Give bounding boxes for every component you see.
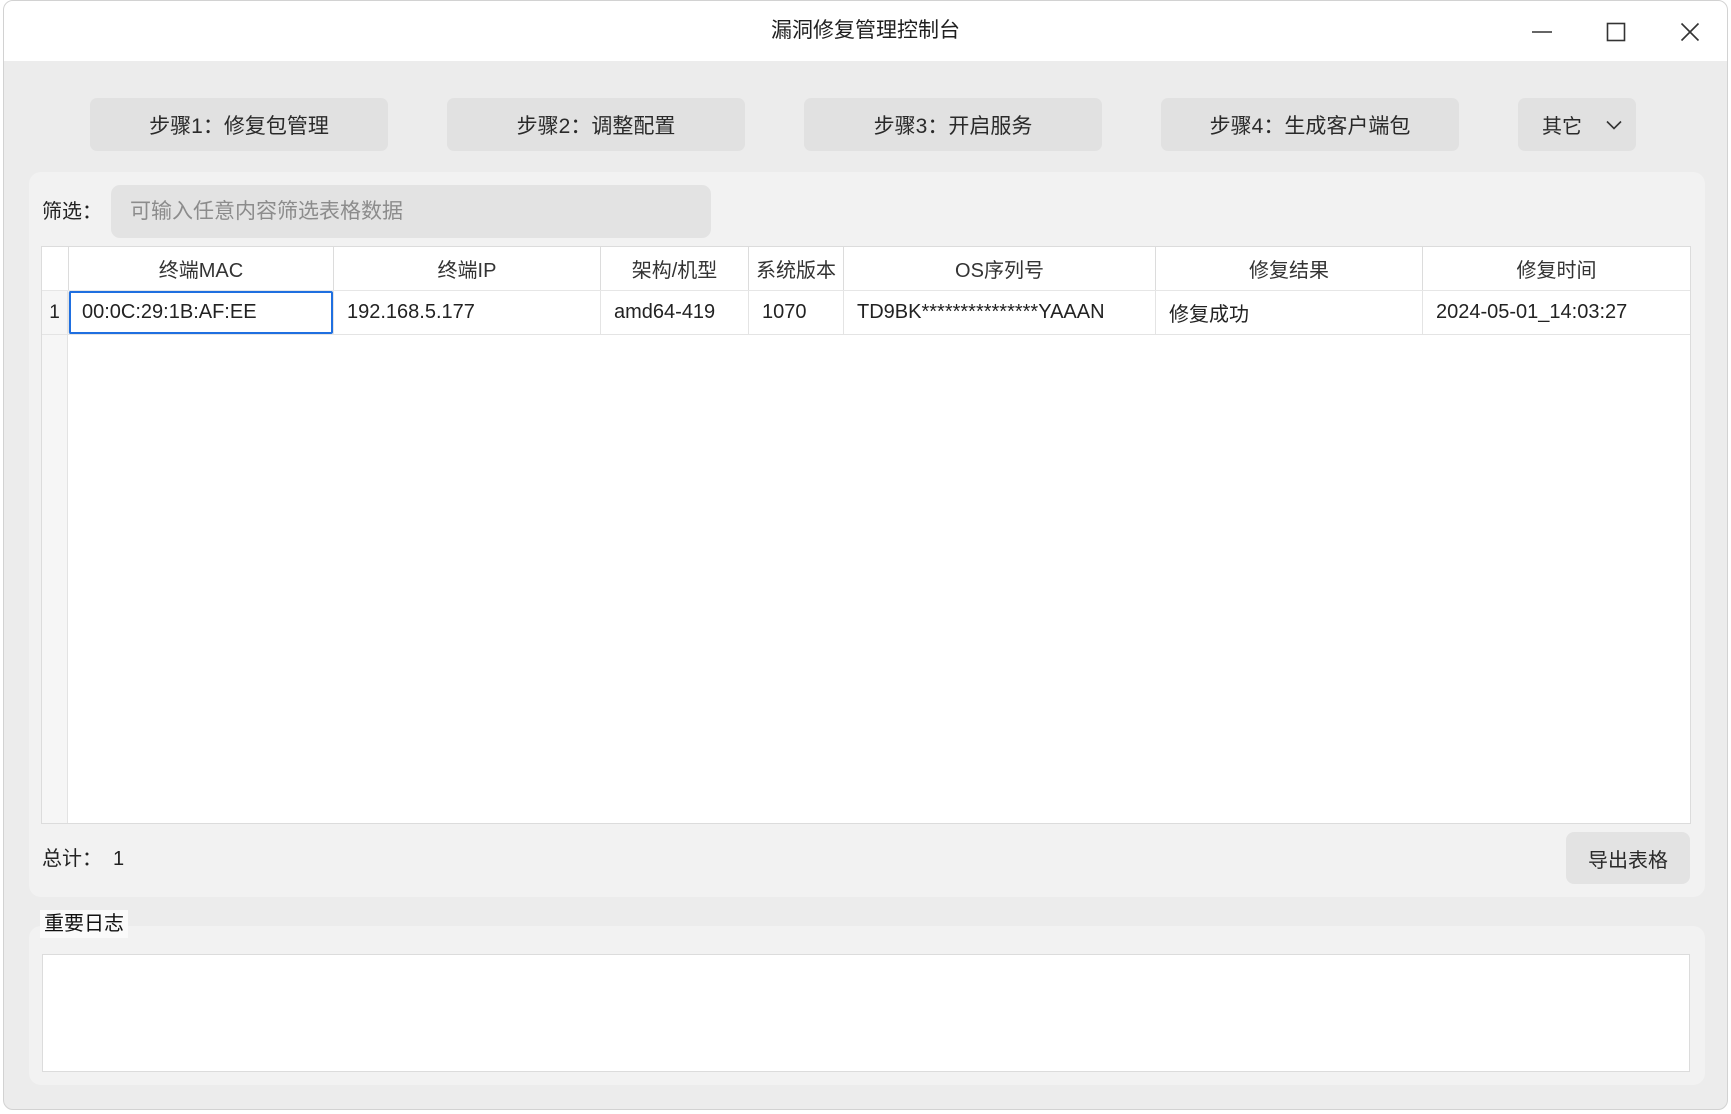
log-title: 重要日志 (40, 910, 128, 938)
close-icon (1680, 22, 1700, 42)
chevron-down-icon (1606, 120, 1622, 130)
step1-repair-package-button[interactable]: 步骤1：修复包管理 (90, 98, 388, 151)
more-dropdown-label: 其它 (1542, 116, 1582, 138)
total-count: 1 (113, 848, 125, 870)
log-panel (29, 926, 1705, 1085)
step2-adjust-config-button[interactable]: 步骤2：调整配置 (447, 98, 745, 151)
row-number[interactable]: 1 (42, 291, 68, 334)
column-header-repair-result[interactable]: 修复结果 (1155, 247, 1422, 290)
maximize-icon (1606, 22, 1626, 42)
total-label: 总计： (42, 848, 102, 870)
column-header-terminal-ip[interactable]: 终端IP (333, 247, 600, 290)
cell-terminal-ip[interactable]: 192.168.5.177 (333, 291, 600, 334)
column-header-os-serial[interactable]: OS序列号 (843, 247, 1155, 290)
app-window: 漏洞修复管理控制台 步骤1：修复包管理 步骤2：调整配置 步骤3：开启服务 步骤… (3, 0, 1728, 1110)
step3-start-service-button[interactable]: 步骤3：开启服务 (804, 98, 1102, 151)
column-header-repair-time[interactable]: 修复时间 (1422, 247, 1690, 290)
filter-label: 筛选： (42, 201, 102, 223)
close-button[interactable] (1670, 12, 1710, 52)
window-title: 漏洞修复管理控制台 (771, 19, 960, 42)
cell-repair-time[interactable]: 2024-05-01_14:03:27 (1422, 291, 1690, 334)
row-number-gutter (42, 291, 68, 823)
column-header-os-version[interactable]: 系统版本 (748, 247, 843, 290)
cell-terminal-mac[interactable]: 00:0C:29:1B:AF:EE (68, 291, 333, 334)
export-table-button[interactable]: 导出表格 (1566, 832, 1690, 884)
maximize-button[interactable] (1596, 12, 1636, 52)
table-row[interactable]: 1 00:0C:29:1B:AF:EE 192.168.5.177 amd64-… (42, 291, 1690, 335)
column-header-arch-model[interactable]: 架构/机型 (600, 247, 748, 290)
minimize-icon (1531, 21, 1553, 43)
cell-os-version[interactable]: 1070 (748, 291, 843, 334)
table-header: 终端MAC 终端IP 架构/机型 系统版本 OS序列号 修复结果 修复时间 (42, 247, 1690, 291)
column-header-terminal-mac[interactable]: 终端MAC (68, 247, 333, 290)
table-panel: 筛选： 终端MAC 终端IP 架构/机型 系统版本 OS序列号 修复结果 修复时… (29, 172, 1705, 897)
table-corner[interactable] (42, 247, 68, 290)
log-text-area[interactable] (42, 954, 1690, 1072)
title-bar[interactable]: 漏洞修复管理控制台 (4, 1, 1727, 61)
data-table: 终端MAC 终端IP 架构/机型 系统版本 OS序列号 修复结果 修复时间 1 … (42, 247, 1690, 823)
cell-repair-result[interactable]: 修复成功 (1155, 291, 1422, 334)
cell-os-serial[interactable]: TD9BK***************YAAAN (843, 291, 1155, 334)
more-dropdown[interactable]: 其它 (1518, 98, 1636, 151)
filter-input[interactable] (111, 185, 711, 238)
cell-arch-model[interactable]: amd64-419 (600, 291, 748, 334)
step4-generate-client-button[interactable]: 步骤4：生成客户端包 (1161, 98, 1459, 151)
minimize-button[interactable] (1522, 12, 1562, 52)
